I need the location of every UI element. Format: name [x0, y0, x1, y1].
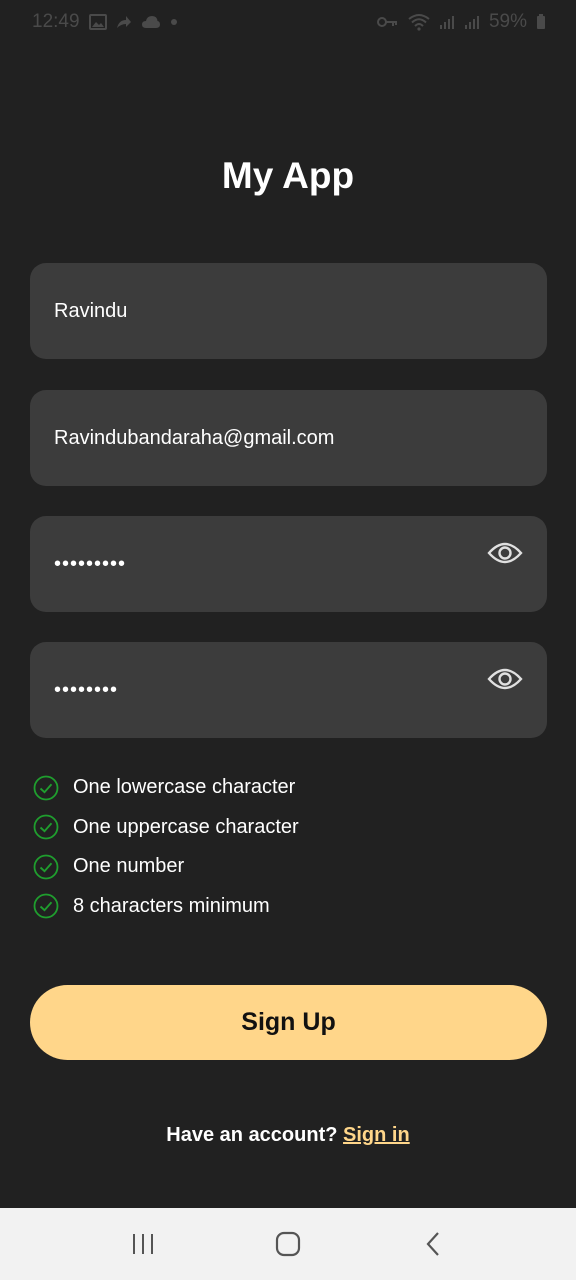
confirm-password-field[interactable]: ••••••••: [30, 642, 547, 738]
signal-icon: [439, 14, 455, 30]
dot-icon: [170, 18, 178, 26]
requirement-item: One uppercase character: [33, 808, 533, 848]
status-time: 12:49: [32, 11, 80, 32]
back-icon[interactable]: [413, 1224, 453, 1264]
email-field[interactable]: Ravindubandaraha@gmail.com: [30, 390, 547, 486]
check-circle-icon: [33, 775, 59, 801]
wifi-icon: [408, 13, 430, 31]
requirement-item: One number: [33, 847, 533, 887]
password-requirements: One lowercase character One uppercase ch…: [33, 768, 533, 926]
requirement-item: One lowercase character: [33, 768, 533, 808]
eye-icon[interactable]: [487, 664, 523, 694]
name-field[interactable]: Ravindu: [30, 263, 547, 359]
status-right: 59%: [376, 11, 546, 33]
navigation-bar: [0, 1208, 576, 1280]
eye-icon[interactable]: [487, 538, 523, 568]
app-title: My App: [221, 155, 355, 196]
email-field-value: Ravindubandaraha@gmail.com: [54, 426, 335, 449]
status-left: 12:49: [32, 11, 178, 33]
requirement-label: One lowercase character: [73, 776, 296, 799]
check-circle-icon: [33, 854, 59, 880]
key-icon: [376, 15, 399, 29]
signup-screen: 12:49 59% My App Ravindu Ravindubandarah…: [0, 0, 576, 1280]
home-icon[interactable]: [268, 1224, 308, 1264]
cloud-icon: [141, 15, 161, 29]
have-account-text: Have an account?: [166, 1124, 338, 1146]
signin-link[interactable]: Sign in: [343, 1124, 410, 1146]
name-field-value: Ravindu: [54, 299, 128, 322]
confirm-password-field-value: ••••••••: [54, 678, 119, 701]
check-circle-icon: [33, 893, 59, 919]
password-field-value: •••••••••: [54, 552, 127, 575]
share-arrow-icon: [116, 15, 132, 29]
check-circle-icon: [33, 814, 59, 840]
signin-prompt: Have an account? Sign in: [0, 1124, 576, 1147]
requirement-label: One number: [73, 855, 185, 878]
signup-button[interactable]: Sign Up: [30, 985, 547, 1060]
requirement-label: One uppercase character: [73, 815, 299, 838]
battery-percent: 59%: [488, 11, 527, 32]
status-bar: 12:49 59%: [0, 0, 576, 44]
signal-icon: [464, 14, 480, 30]
password-field[interactable]: •••••••••: [30, 516, 547, 612]
gallery-icon: [88, 14, 107, 30]
battery-icon: [536, 14, 546, 30]
requirement-label: 8 characters minimum: [73, 894, 270, 917]
recent-apps-icon[interactable]: [123, 1224, 163, 1264]
requirement-item: 8 characters minimum: [33, 887, 533, 927]
